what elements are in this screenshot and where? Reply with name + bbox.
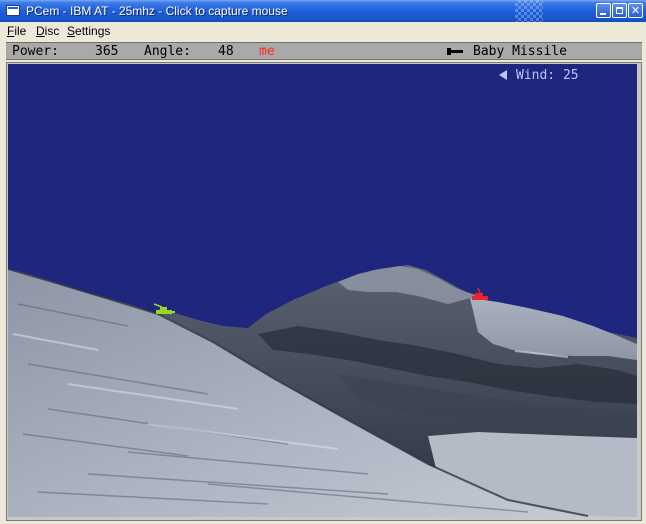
- angle-value: 48: [218, 44, 234, 59]
- menu-file[interactable]: File: [7, 24, 26, 38]
- wind-direction-left-icon: [499, 70, 507, 80]
- wind-value: 25: [562, 68, 579, 83]
- wind-readout: Wind: 25: [516, 68, 579, 83]
- emulator-window: PCem - IBM AT - 25mhz - Click to capture…: [0, 0, 646, 524]
- menu-disc-accel: D: [36, 24, 45, 38]
- red-tank[interactable]: [472, 287, 488, 300]
- maximize-button[interactable]: [612, 3, 627, 18]
- title-bar[interactable]: PCem - IBM AT - 25mhz - Click to capture…: [0, 0, 646, 22]
- menu-settings-accel: S: [67, 24, 76, 38]
- menu-bar: File Disc Settings: [0, 22, 646, 40]
- menu-file-label: ile: [14, 24, 27, 38]
- wind-label: Wind:: [516, 68, 556, 83]
- app-window-icon[interactable]: [6, 5, 20, 16]
- close-button[interactable]: ✕: [628, 3, 643, 18]
- window-title: PCem - IBM AT - 25mhz - Click to capture…: [26, 4, 288, 18]
- minimize-icon: [600, 13, 606, 15]
- green-tank[interactable]: [153, 303, 175, 314]
- angle-label: Angle:: [144, 44, 191, 59]
- menu-settings-label: ettings: [75, 24, 111, 38]
- terrain-scene: [8, 265, 637, 517]
- weapon-name: Baby Missile: [473, 44, 567, 59]
- power-value: 365: [95, 44, 119, 59]
- title-bar-pattern: [515, 0, 543, 22]
- missile-icon: [447, 48, 463, 55]
- game-viewport[interactable]: Wind: 25: [8, 64, 637, 517]
- power-label: Power:: [12, 44, 59, 59]
- menu-disc-label: isc: [44, 24, 60, 38]
- player-name: me: [259, 44, 275, 59]
- close-icon: ✕: [630, 4, 641, 17]
- minimize-button[interactable]: [596, 3, 611, 18]
- menu-settings[interactable]: Settings: [67, 24, 110, 38]
- maximize-icon: [616, 7, 623, 14]
- game-status-bar: Power: 365 Angle: 48 me Baby Missile: [6, 42, 642, 60]
- menu-disc[interactable]: Disc: [36, 24, 59, 38]
